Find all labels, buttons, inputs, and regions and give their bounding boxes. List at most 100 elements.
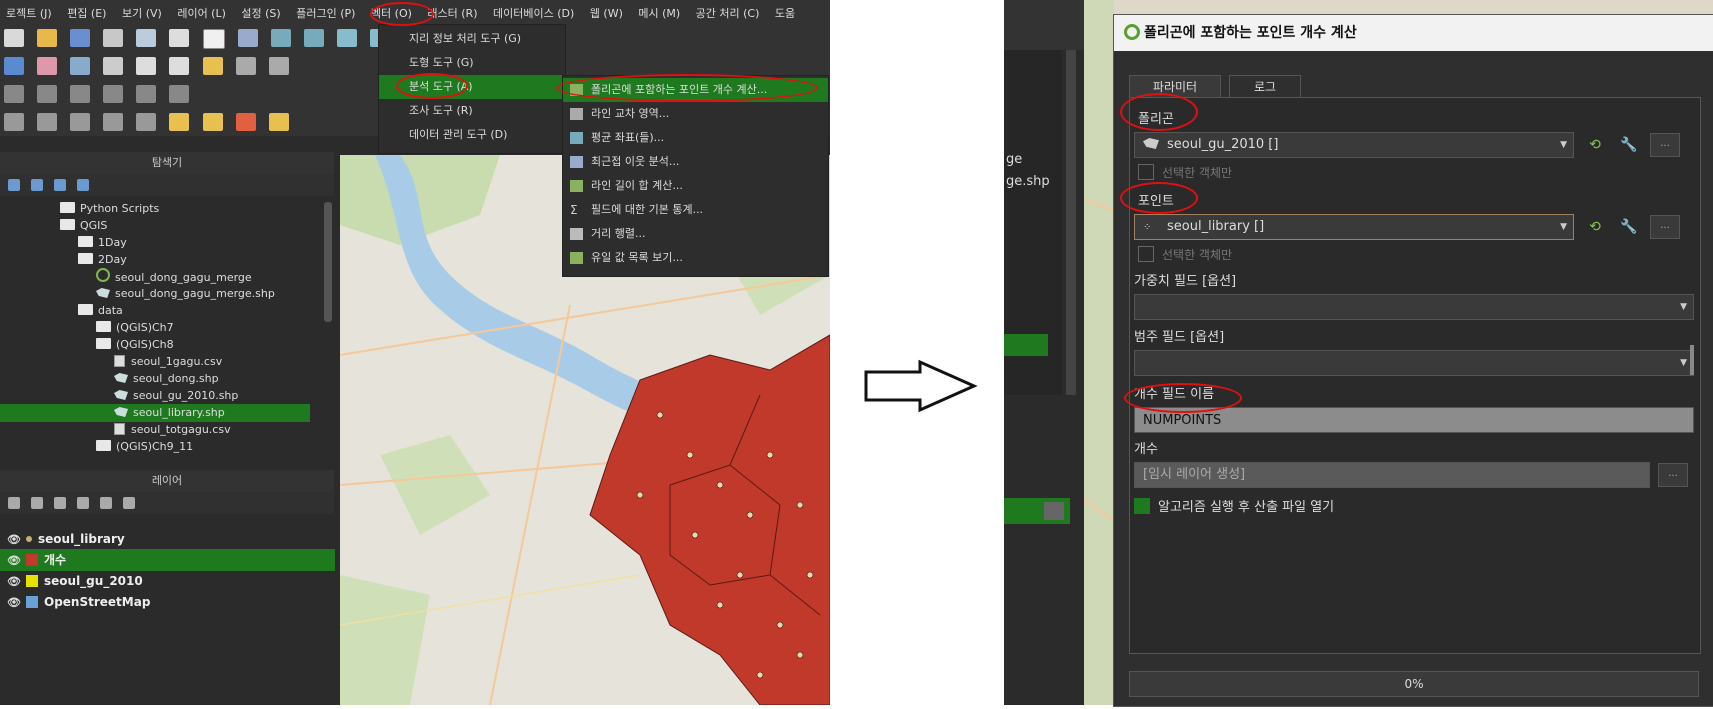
browser-item[interactable]: seoul_library.shp xyxy=(0,404,310,422)
point-selected-only-checkbox[interactable]: 선택한 객체만 xyxy=(1138,246,1232,263)
browser-item[interactable]: Python Scripts xyxy=(0,200,310,218)
advanced-icon-6[interactable] xyxy=(169,85,190,103)
layer-row[interactable]: 👁 seoul_library xyxy=(0,528,335,550)
submenu-item-mean-coordinates[interactable]: 평균 좌표(들)... xyxy=(563,126,828,150)
collapse-icon[interactable] xyxy=(54,179,67,191)
mid-layer-button[interactable] xyxy=(1044,502,1064,520)
refresh-icon[interactable] xyxy=(8,179,20,191)
menu-database[interactable]: 데이터베이스 (D) xyxy=(487,0,580,21)
browser-item[interactable]: seoul_dong_gagu_merge.shp xyxy=(0,285,310,303)
digitize-icon-1[interactable] xyxy=(70,57,91,75)
browser-item[interactable]: 1Day xyxy=(0,234,310,252)
selection-icon-1[interactable] xyxy=(4,113,24,131)
pan-hand-icon[interactable] xyxy=(202,29,225,49)
menu-web[interactable]: 웹 (W) xyxy=(584,0,629,21)
submenu-item-nearest-neighbour[interactable]: 최근접 이웃 분석... xyxy=(563,150,828,174)
menu-help[interactable]: 도움 xyxy=(769,0,801,21)
polygon-selected-only-checkbox[interactable]: 선택한 객체만 xyxy=(1138,164,1232,181)
new-print-layout-icon[interactable] xyxy=(136,29,157,47)
deselect-icon[interactable] xyxy=(235,113,256,131)
eye-icon[interactable]: 👁 xyxy=(6,592,22,614)
menu-item-data-management[interactable]: 데이터 관리 도구 (D) xyxy=(379,123,565,147)
iterate-icon[interactable]: ⟲ xyxy=(1586,136,1604,154)
menu-processing[interactable]: 공간 처리 (C) xyxy=(690,0,766,21)
wrench-icon[interactable]: 🔧 xyxy=(1620,136,1638,154)
new-project-icon[interactable] xyxy=(4,29,24,47)
menu-project[interactable]: 로젝트 (J) xyxy=(0,0,58,21)
layer-row[interactable]: 👁 OpenStreetMap xyxy=(0,591,335,613)
save-as-icon[interactable] xyxy=(103,29,124,47)
tab-log[interactable]: 로그 xyxy=(1229,75,1301,98)
layer-icon-1[interactable] xyxy=(4,57,24,75)
advanced-icon-1[interactable] xyxy=(4,85,24,103)
filter-icon[interactable] xyxy=(31,179,44,191)
class-field-combo[interactable]: ▼ xyxy=(1134,350,1694,376)
digitize-icon-5[interactable] xyxy=(235,57,256,75)
selection-icon-3[interactable] xyxy=(70,113,91,131)
select-features-icon[interactable] xyxy=(169,113,190,131)
submenu-item-basic-statistics[interactable]: Σ 필드에 대한 기본 통계... xyxy=(563,198,828,222)
menu-layer[interactable]: 레이어 (L) xyxy=(171,0,232,21)
zoom-out-icon[interactable] xyxy=(303,29,324,47)
eye-icon[interactable]: 👁 xyxy=(6,550,22,572)
mid-selected-row[interactable] xyxy=(1004,334,1048,356)
wrench-icon[interactable]: 🔧 xyxy=(1620,218,1638,236)
browser-item[interactable]: QGIS xyxy=(0,217,310,235)
browser-item[interactable]: seoul_dong.shp xyxy=(0,370,310,388)
browser-item[interactable]: (QGIS)Ch8 xyxy=(0,336,310,354)
menu-plugins[interactable]: 플러그인 (P) xyxy=(290,0,361,21)
layer-row[interactable]: 👁 개수 xyxy=(0,549,335,571)
menu-item-research[interactable]: 조사 도구 (R) xyxy=(379,99,565,123)
menu-edit[interactable]: 편집 (E) xyxy=(61,0,112,21)
browser-item[interactable]: 2Day xyxy=(0,251,310,269)
polygon-more-button[interactable]: ... xyxy=(1650,133,1680,157)
polygon-layer-combo[interactable]: seoul_gu_2010 [] ▼ xyxy=(1134,132,1574,158)
digitize-icon-4[interactable] xyxy=(169,57,190,75)
eye-icon[interactable]: 👁 xyxy=(6,529,22,551)
eye-icon[interactable]: 👁 xyxy=(6,571,22,593)
layer-row[interactable]: 👁 seoul_gu_2010 xyxy=(0,570,335,592)
browser-item[interactable]: seoul_totgagu.csv xyxy=(0,421,310,439)
pencil-icon[interactable] xyxy=(202,57,223,75)
browser-scrollbar[interactable] xyxy=(324,202,332,322)
selection-icon-5[interactable] xyxy=(136,113,157,131)
dialog-splitter-handle[interactable] xyxy=(1690,345,1694,375)
browser-item[interactable]: data xyxy=(0,302,310,320)
menu-item-geometry[interactable]: 도형 도구 (G) xyxy=(379,51,565,75)
point-layer-combo[interactable]: ⁘ seoul_library [] ▼ xyxy=(1134,214,1574,240)
add-group-icon[interactable] xyxy=(31,497,44,509)
selection-icon-2[interactable] xyxy=(37,113,58,131)
info-icon[interactable] xyxy=(77,179,90,191)
submenu-item-distance-matrix[interactable]: 거리 행렬... xyxy=(563,222,828,246)
menu-settings[interactable]: 설정 (S) xyxy=(235,0,286,21)
browser-item[interactable]: seoul_1gagu.csv xyxy=(0,353,310,371)
browser-item[interactable]: seoul_dong_gagu_merge xyxy=(0,268,310,286)
filter-legend-icon[interactable] xyxy=(54,497,67,509)
menu-mesh[interactable]: 메시 (M) xyxy=(632,0,686,21)
advanced-icon-2[interactable] xyxy=(37,85,58,103)
menu-item-geoprocessing[interactable]: 지리 정보 처리 도구 (G) xyxy=(379,27,565,51)
submenu-item-unique-values[interactable]: 유일 값 목록 보기... xyxy=(563,246,828,270)
open-styling-icon[interactable] xyxy=(8,497,20,509)
layout-manager-icon[interactable] xyxy=(169,29,190,47)
browser-item[interactable]: seoul_gu_2010.shp xyxy=(0,387,310,405)
expand-all-icon[interactable] xyxy=(77,497,90,509)
browser-item[interactable]: (QGIS)Ch9_11 xyxy=(0,438,310,456)
digitize-icon-2[interactable] xyxy=(103,57,124,75)
iterate-icon[interactable]: ⟲ xyxy=(1586,218,1604,236)
advanced-icon-5[interactable] xyxy=(136,85,157,103)
mid-scrollbar[interactable] xyxy=(1066,50,1076,395)
weight-field-combo[interactable]: ▼ xyxy=(1134,294,1694,320)
output-more-button[interactable]: ... xyxy=(1658,463,1688,487)
zoom-in-icon[interactable] xyxy=(270,29,291,47)
open-after-checkbox[interactable]: 알고리즘 실행 후 산출 파일 열기 xyxy=(1134,496,1334,515)
open-project-icon[interactable] xyxy=(37,29,58,47)
collapse-all-icon[interactable] xyxy=(100,497,113,509)
output-input[interactable]: [임시 레이어 생성] xyxy=(1134,462,1650,488)
submenu-item-sum-line-lengths[interactable]: 라인 길이 합 계산... xyxy=(563,174,828,198)
digitize-icon-3[interactable] xyxy=(136,57,157,75)
count-field-input[interactable] xyxy=(1134,407,1694,433)
digitize-icon-6[interactable] xyxy=(268,57,289,75)
pan-to-selection-icon[interactable] xyxy=(237,29,258,47)
select-by-value-icon[interactable] xyxy=(268,113,289,131)
